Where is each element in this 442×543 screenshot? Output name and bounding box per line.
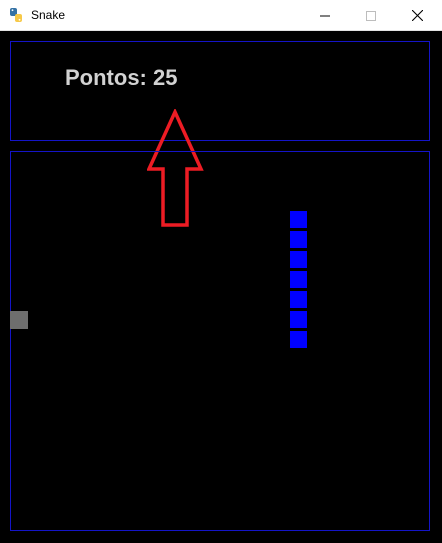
close-button[interactable] bbox=[394, 0, 440, 31]
maximize-button[interactable] bbox=[348, 0, 394, 31]
python-icon bbox=[10, 8, 22, 22]
snake-segment bbox=[290, 231, 307, 248]
window-titlebar: Snake bbox=[0, 0, 442, 31]
maximize-icon bbox=[366, 10, 376, 21]
play-area bbox=[10, 151, 430, 531]
food-block bbox=[10, 311, 28, 329]
score-panel bbox=[10, 41, 430, 141]
snake-segment bbox=[290, 331, 307, 348]
snake-segment bbox=[290, 291, 307, 308]
game-canvas[interactable]: Pontos: 25 bbox=[0, 31, 442, 543]
close-icon bbox=[411, 10, 423, 21]
snake-segment bbox=[290, 311, 307, 328]
window-title: Snake bbox=[31, 8, 66, 22]
snake-segment bbox=[290, 211, 307, 228]
minimize-button[interactable] bbox=[302, 0, 348, 31]
snake-segment bbox=[290, 271, 307, 288]
minimize-icon bbox=[320, 15, 330, 16]
snake-segment bbox=[290, 251, 307, 268]
score-display: Pontos: 25 bbox=[65, 65, 178, 90]
